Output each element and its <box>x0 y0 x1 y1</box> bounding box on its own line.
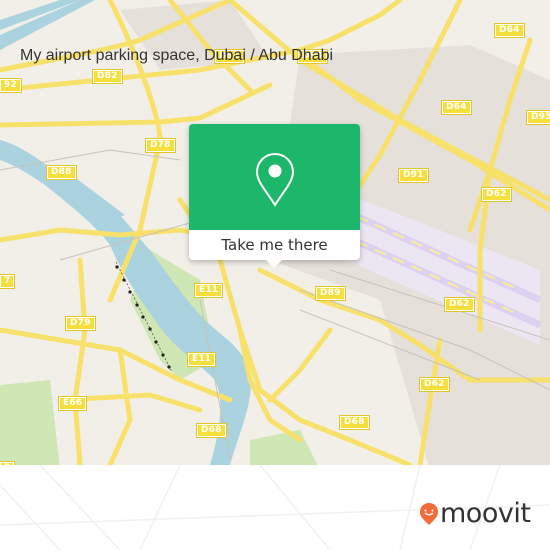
road-label-d79: D79 <box>65 316 96 331</box>
moovit-brand: moovit <box>440 498 531 529</box>
take-me-there-button[interactable]: Take me there <box>189 230 360 260</box>
road-label-d88: D88 <box>46 165 77 180</box>
popup-tail <box>266 260 282 268</box>
map-view[interactable]: D91 D93 D64 D82 92 D64 D95 D78 D91 D88 D… <box>0 0 550 465</box>
road-label-d78: D78 <box>145 138 176 153</box>
moovit-logo-icon <box>420 503 438 525</box>
road-label-d62: D62 <box>481 187 512 202</box>
road-label-7: 7 <box>0 274 16 289</box>
road-label-d95: D95 <box>526 110 550 125</box>
road-label-d62: D62 <box>444 297 475 312</box>
road-label-d62: D62 <box>419 377 450 392</box>
road-label-d82: D82 <box>92 69 123 84</box>
road-label-d91: D91 <box>398 168 429 183</box>
popup-header <box>189 124 360 230</box>
place-title: My airport parking space, Dubai / Abu Dh… <box>20 47 334 64</box>
take-me-there-label: Take me there <box>221 236 328 254</box>
road-label-92: 92 <box>0 78 22 93</box>
road-label-d89: D89 <box>315 286 346 301</box>
road-label-e11: E11 <box>186 352 217 367</box>
road-label-d64: D64 <box>494 23 525 38</box>
park <box>250 430 318 465</box>
location-popup: Take me there <box>189 124 360 268</box>
road-label-d68: D68 <box>196 423 227 438</box>
road-label-d64: D64 <box>441 100 472 115</box>
park <box>0 380 60 465</box>
road-label-e66: E66 <box>57 396 88 411</box>
road-label-e11: E11 <box>193 283 224 298</box>
road-label-d68: D68 <box>339 415 370 430</box>
map-pin-icon <box>255 152 295 207</box>
